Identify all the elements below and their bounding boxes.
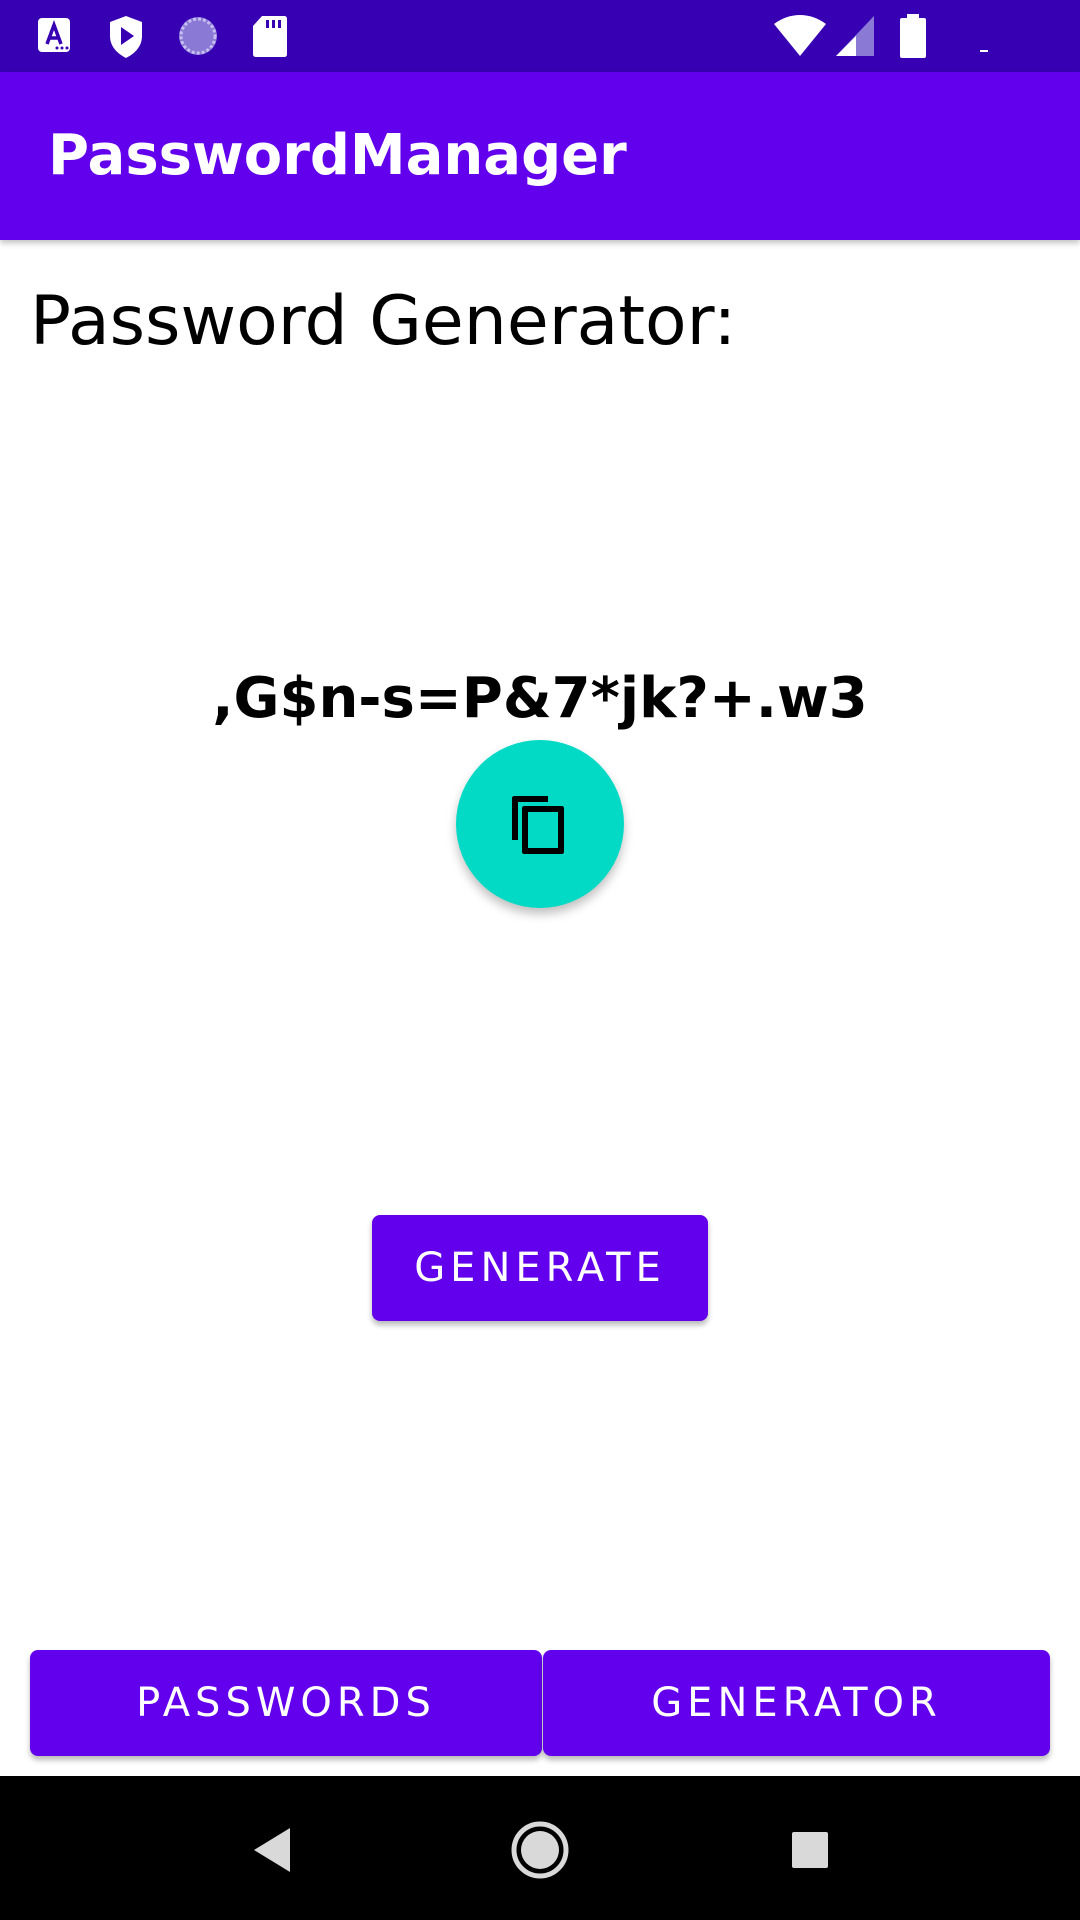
copy-icon — [512, 796, 564, 854]
nav-bar — [0, 1776, 1080, 1920]
status-dot — [980, 50, 988, 52]
battery-icon — [900, 14, 926, 58]
sd-card-icon — [253, 16, 287, 57]
generated-password: ,G$n-s=P&7*jk?+.w3 — [212, 666, 868, 731]
screen: PasswordManager Password Generator: ,G$n… — [0, 0, 1080, 1920]
status-bar — [0, 0, 1080, 72]
passwords-button[interactable]: PASSWORDS — [30, 1650, 542, 1756]
loading-circle-icon — [179, 17, 217, 55]
cell-signal-icon — [836, 16, 874, 56]
app-bar: PasswordManager — [0, 72, 1080, 240]
page-heading: Password Generator: — [30, 282, 737, 361]
app-title: PasswordManager — [48, 123, 627, 188]
app-a-icon — [38, 18, 70, 52]
generator-button[interactable]: GENERATOR — [543, 1650, 1050, 1756]
play-shield-icon — [110, 16, 142, 58]
generate-button[interactable]: GENERATE — [372, 1215, 708, 1321]
back-icon[interactable] — [240, 1818, 304, 1882]
recents-icon[interactable] — [778, 1818, 842, 1882]
home-icon[interactable] — [508, 1818, 572, 1882]
copy-button[interactable] — [456, 740, 624, 908]
wifi-icon — [774, 15, 826, 56]
